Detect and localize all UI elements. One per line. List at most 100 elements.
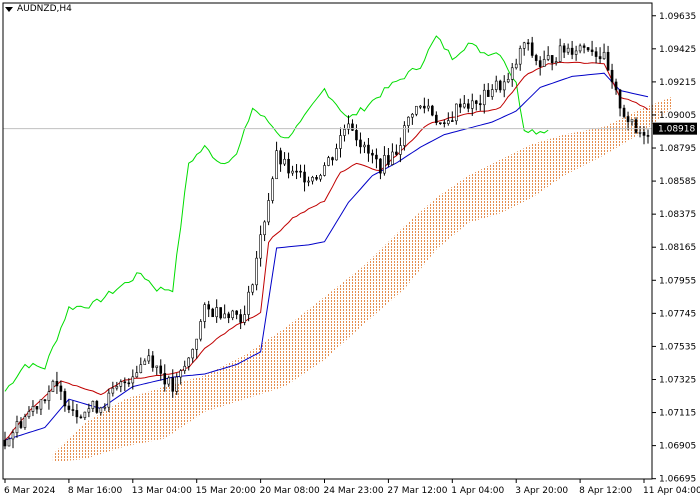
candle-body [155,365,159,368]
y-tick-label: 1.08585 [659,177,696,187]
candle-body [411,113,414,118]
candle-body [99,407,103,413]
candle-body [191,348,195,359]
y-tick-label: 1.07955 [659,276,696,286]
x-tick-label: 13 Mar 04:00 [132,486,192,496]
candle-body [582,45,586,48]
chart-svg: 1.09635 1.09425 1.09215 1.09005 1.08795 1.085… [0,0,700,500]
candle-body [514,63,518,69]
candle-body [139,364,143,373]
candle-body [163,373,167,385]
candle-body [634,119,638,133]
candle-body [219,307,222,319]
candle-body [618,89,622,109]
candle-body [63,391,67,407]
candle-body [239,314,242,323]
candle-body [331,157,334,161]
candle-body [534,55,538,61]
candle-body [474,100,478,104]
y-tick-label: 1.09005 [659,111,696,121]
candle-body [23,416,27,428]
x-tick-label: 11 Apr 04:00 [643,486,700,496]
candle-body [223,313,226,319]
candle-body [530,42,534,56]
candle-body [263,221,266,236]
candle-body [123,381,127,384]
candle-body [259,234,262,259]
candle-body [187,357,191,367]
candle-body [379,158,382,174]
candle-body [458,103,462,108]
candle-body [323,165,326,176]
x-tick-label: 24 Mar 23:00 [324,486,384,496]
candle-body [199,321,202,340]
candle-body [131,376,135,384]
candle-body [11,432,15,440]
candle-body [335,148,338,161]
candle-body [39,399,43,410]
candle-body [383,155,386,174]
candle-body [79,416,83,419]
candle-body [59,385,63,392]
candle-body [3,439,7,447]
candle-body [31,406,35,412]
candle-body [506,79,510,83]
chevron-down-icon[interactable] [5,7,13,12]
candle-body [466,103,470,109]
candle-body [526,42,530,45]
candle-body [231,310,234,319]
candle-body [538,60,542,67]
candle-body [502,81,506,91]
y-tick-label: 1.09635 [659,12,696,22]
candle-body [243,314,246,323]
candle-body [550,55,554,64]
candle-body [594,51,598,57]
candle-body [311,177,314,182]
candle-body [614,81,618,91]
candle-body [482,89,486,106]
candle-body [255,257,258,286]
candle-body [35,406,39,410]
candle-body [498,80,502,91]
candle-body [87,408,91,413]
candle-body [646,135,650,137]
y-tick-label: 1.06695 [659,475,696,485]
candle-body [415,105,418,115]
candle-body [271,178,274,201]
candle-body [159,365,163,374]
symbol-label: AUDNZD,H4 [17,4,72,14]
candle-body [195,338,199,350]
candle-body [75,410,79,418]
x-tick-label: 3 Apr 20:00 [515,486,568,496]
candle-body [167,377,171,385]
candle-body [315,177,318,180]
candle-body [546,55,550,60]
candle-body [103,406,107,409]
candle-body [135,372,139,378]
candle-body [43,399,47,402]
candle-body [590,49,594,52]
candle-body [554,61,558,64]
candle-body [610,69,614,83]
candle-body [67,405,71,410]
candle-body [71,409,75,411]
candle-body [470,100,474,109]
candle-body [171,377,175,392]
candle-body [586,47,590,51]
candle-body [47,391,51,401]
candle-body [606,51,610,71]
candle-body [27,411,31,418]
candle-body [115,386,119,389]
candle-body [151,355,155,368]
candle-body [490,89,494,97]
candle-body [622,107,626,117]
candle-body [267,200,270,223]
candle-body [15,421,19,434]
candle-body [486,89,490,97]
candle-body [235,310,238,315]
candle-body [291,170,294,174]
candle-body [175,376,179,392]
current-price-label: 1.08918 [658,125,695,135]
x-tick-label: 8 Mar 16:00 [68,486,123,496]
candle-body [399,145,402,155]
